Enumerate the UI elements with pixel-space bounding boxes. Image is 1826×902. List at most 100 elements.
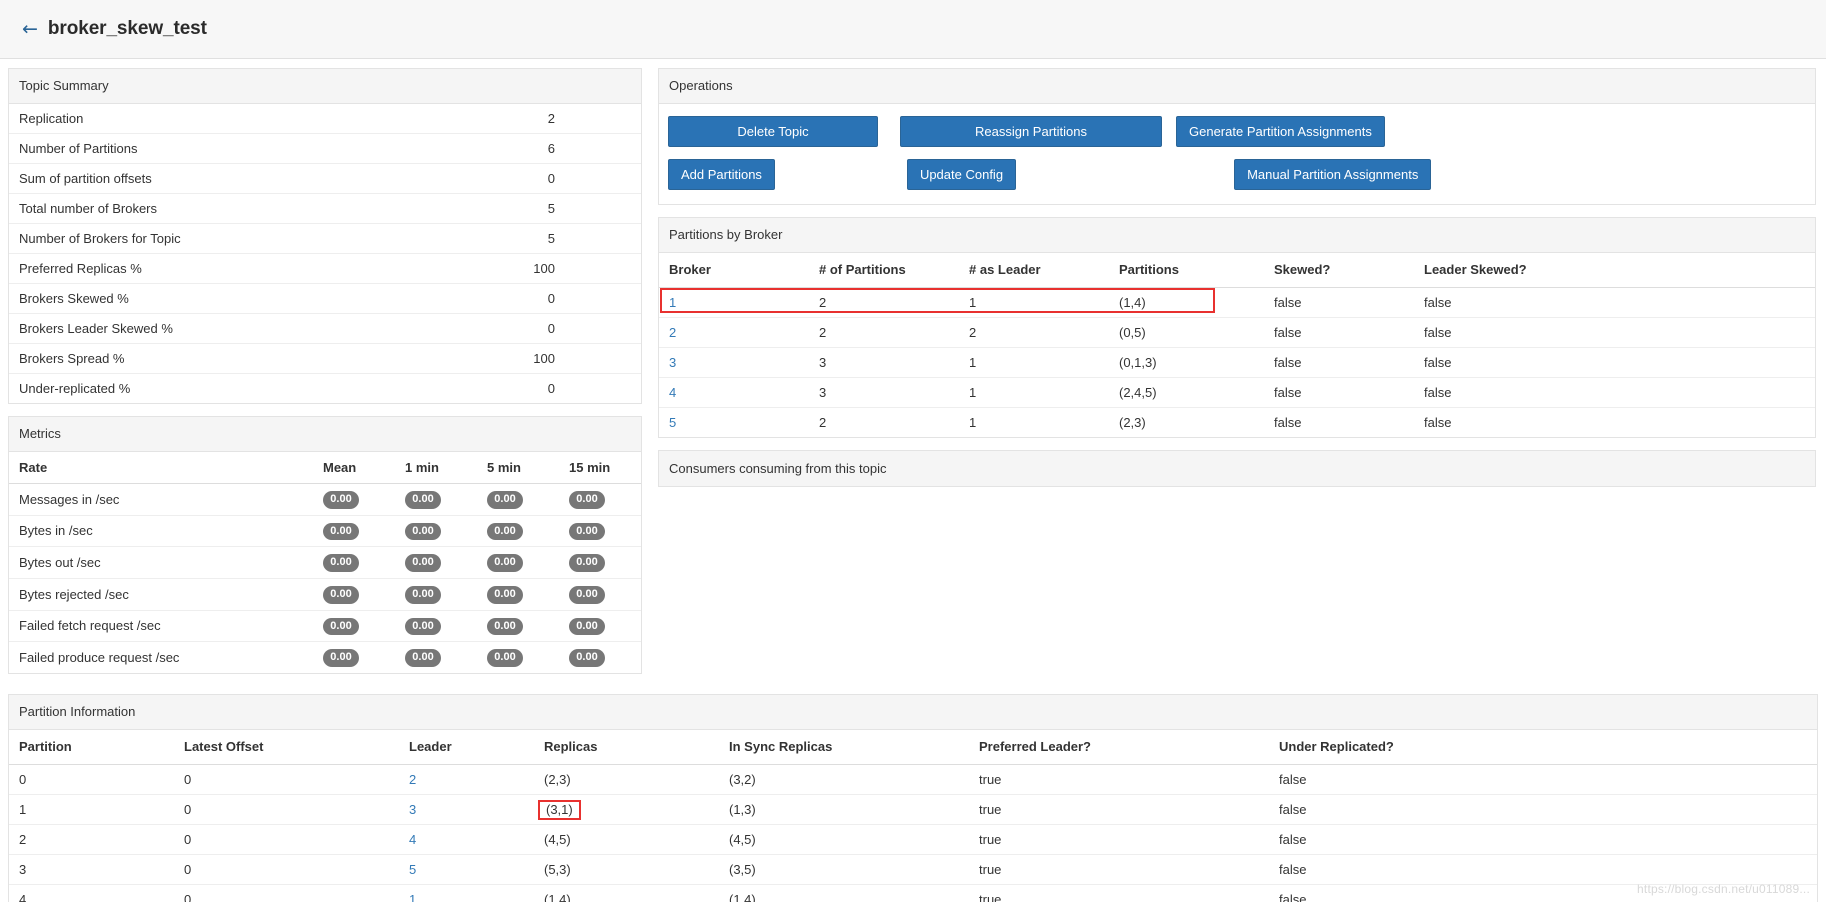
partitions-by-broker-heading: Partitions by Broker — [659, 218, 1815, 253]
column-header-leader-skewed: Leader Skewed? — [1414, 253, 1815, 288]
update-config-button[interactable]: Update Config — [907, 159, 1016, 190]
partition-information-body: 0 0 2 (2,3) (3,2) true false 1 0 3 (3,1)… — [9, 764, 1817, 902]
broker-id-cell[interactable]: 3 — [659, 348, 809, 378]
leader-cell[interactable]: 3 — [399, 794, 534, 824]
table-row: Number of Brokers for Topic5 — [9, 224, 641, 254]
broker-id-cell[interactable]: 5 — [659, 408, 809, 438]
broker-link[interactable]: 1 — [669, 295, 676, 310]
partition-information-table: Partition Latest Offset Leader Replicas … — [9, 730, 1817, 902]
summary-value: 0 — [392, 314, 641, 344]
summary-value: 0 — [392, 164, 641, 194]
status-badge: 0.00 — [323, 649, 359, 667]
latest-offset-cell: 0 — [174, 854, 399, 884]
main-content: Topic Summary Replication2 Number of Par… — [0, 59, 1826, 686]
column-header-replicas: Replicas — [534, 730, 719, 765]
leader-link[interactable]: 2 — [409, 772, 416, 787]
metric-15min: 0.00 — [559, 547, 641, 579]
summary-label: Replication — [9, 104, 392, 134]
summary-label: Number of Brokers for Topic — [9, 224, 392, 254]
broker-link[interactable]: 2 — [669, 325, 676, 340]
leader-link[interactable]: 5 — [409, 862, 416, 877]
delete-topic-button[interactable]: Delete Topic — [668, 116, 878, 147]
status-badge: 0.00 — [487, 523, 523, 541]
broker-link[interactable]: 4 — [669, 385, 676, 400]
status-badge: 0.00 — [569, 618, 605, 636]
table-row: Failed produce request /sec 0.00 0.00 0.… — [9, 642, 641, 673]
operations-panel: Operations Delete Topic Reassign Partiti… — [658, 68, 1816, 205]
leader-link[interactable]: 4 — [409, 832, 416, 847]
manual-partition-assignments-button[interactable]: Manual Partition Assignments — [1234, 159, 1431, 190]
preferred-leader-cell: true — [969, 794, 1269, 824]
partition-cell: 4 — [9, 884, 174, 902]
num-as-leader-cell: 2 — [959, 318, 1109, 348]
metric-15min: 0.00 — [559, 610, 641, 642]
skewed-cell: false — [1264, 288, 1414, 318]
leader-link[interactable]: 1 — [409, 892, 416, 902]
metric-label: Failed produce request /sec — [9, 642, 313, 673]
table-row: Total number of Brokers5 — [9, 194, 641, 224]
status-badge: 0.00 — [487, 586, 523, 604]
metric-1min: 0.00 — [395, 515, 477, 547]
partitions-cell: (2,3) — [1109, 408, 1264, 438]
broker-id-cell[interactable]: 2 — [659, 318, 809, 348]
column-header-rate: Rate — [9, 452, 313, 484]
broker-link[interactable]: 3 — [669, 355, 676, 370]
page-header: ← broker_skew_test — [0, 0, 1826, 59]
status-badge: 0.00 — [405, 618, 441, 636]
metric-1min: 0.00 — [395, 642, 477, 673]
column-header-leader: Leader — [399, 730, 534, 765]
summary-value: 6 — [392, 134, 641, 164]
summary-value: 100 — [392, 344, 641, 374]
metrics-panel: Metrics Rate Mean 1 min 5 min 15 min Mes… — [8, 416, 642, 674]
topic-summary-panel: Topic Summary Replication2 Number of Par… — [8, 68, 642, 404]
under-replicated-cell: false — [1269, 764, 1817, 794]
topic-summary-body: Replication2 Number of Partitions6 Sum o… — [9, 104, 641, 403]
add-partitions-button[interactable]: Add Partitions — [668, 159, 775, 190]
broker-link[interactable]: 5 — [669, 415, 676, 430]
table-row: 1 2 1 (1,4) false false — [659, 288, 1815, 318]
metric-mean: 0.00 — [313, 547, 395, 579]
in-sync-replicas-cell: (3,2) — [719, 764, 969, 794]
leader-cell[interactable]: 4 — [399, 824, 534, 854]
metric-mean: 0.00 — [313, 578, 395, 610]
metric-5min: 0.00 — [477, 610, 559, 642]
watermark: https://blog.csdn.net/u011089... — [1637, 882, 1810, 896]
leader-cell[interactable]: 1 — [399, 884, 534, 902]
page-title: broker_skew_test — [48, 18, 207, 40]
arrow-left-icon[interactable]: ← — [22, 20, 38, 39]
metric-5min: 0.00 — [477, 578, 559, 610]
leader-cell[interactable]: 5 — [399, 854, 534, 884]
metric-15min: 0.00 — [559, 515, 641, 547]
table-row: 0 0 2 (2,3) (3,2) true false — [9, 764, 1817, 794]
skewed-cell: false — [1264, 318, 1414, 348]
reassign-partitions-button[interactable]: Reassign Partitions — [900, 116, 1162, 147]
replicas-cell: (4,5) — [534, 824, 719, 854]
table-row: Under-replicated %0 — [9, 374, 641, 404]
broker-id-cell[interactable]: 4 — [659, 378, 809, 408]
metric-15min: 0.00 — [559, 642, 641, 673]
metrics-table-body: Messages in /sec 0.00 0.00 0.00 0.00 Byt… — [9, 484, 641, 673]
consumers-heading: Consumers consuming from this topic — [669, 461, 886, 476]
metric-label: Bytes in /sec — [9, 515, 313, 547]
status-badge: 0.00 — [569, 523, 605, 541]
metric-mean: 0.00 — [313, 515, 395, 547]
metric-5min: 0.00 — [477, 547, 559, 579]
leader-link[interactable]: 3 — [409, 802, 416, 817]
partition-cell: 0 — [9, 764, 174, 794]
broker-id-cell[interactable]: 1 — [659, 288, 809, 318]
replicas-cell: (3,1) — [534, 794, 719, 824]
leader-cell[interactable]: 2 — [399, 764, 534, 794]
partition-cell: 2 — [9, 824, 174, 854]
generate-partition-assignments-button[interactable]: Generate Partition Assignments — [1176, 116, 1385, 147]
num-as-leader-cell: 1 — [959, 408, 1109, 438]
table-row: 1 0 3 (3,1) (1,3) true false — [9, 794, 1817, 824]
column-header-latest-offset: Latest Offset — [174, 730, 399, 765]
metric-5min: 0.00 — [477, 642, 559, 673]
status-badge: 0.00 — [569, 586, 605, 604]
metrics-table-head: Rate Mean 1 min 5 min 15 min — [9, 452, 641, 484]
partition-cell: 3 — [9, 854, 174, 884]
table-row: 5 2 1 (2,3) false false — [659, 408, 1815, 438]
metric-1min: 0.00 — [395, 610, 477, 642]
table-row: Messages in /sec 0.00 0.00 0.00 0.00 — [9, 484, 641, 516]
table-row: 2 2 2 (0,5) false false — [659, 318, 1815, 348]
